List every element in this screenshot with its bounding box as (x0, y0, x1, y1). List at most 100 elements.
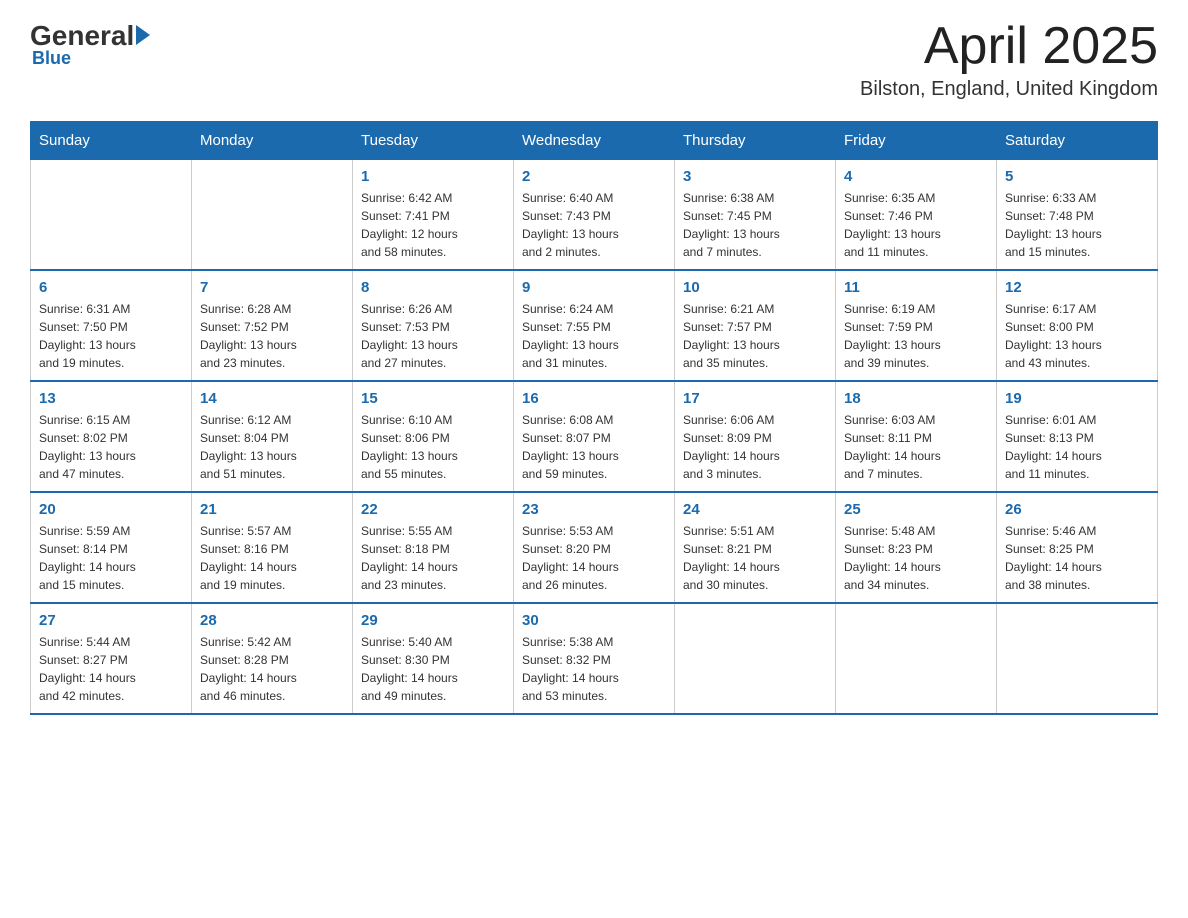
day-info: Sunrise: 6:12 AM Sunset: 8:04 PM Dayligh… (200, 411, 344, 483)
day-number: 6 (39, 279, 183, 296)
calendar-cell: 17 Sunrise: 6:06 AM Sunset: 8:09 PM Dayli… (675, 381, 836, 492)
week-row-1: 1 Sunrise: 6:42 AM Sunset: 7:41 PM Daylig… (31, 160, 1158, 271)
day-number: 12 (1005, 279, 1149, 296)
col-header-monday: Monday (192, 122, 353, 160)
day-number: 4 (844, 168, 988, 185)
calendar-cell: 22 Sunrise: 5:55 AM Sunset: 8:18 PM Dayli… (353, 492, 514, 603)
day-info: Sunrise: 5:42 AM Sunset: 8:28 PM Dayligh… (200, 633, 344, 705)
day-info: Sunrise: 6:35 AM Sunset: 7:46 PM Dayligh… (844, 189, 988, 261)
col-header-thursday: Thursday (675, 122, 836, 160)
day-number: 15 (361, 390, 505, 407)
week-row-2: 6 Sunrise: 6:31 AM Sunset: 7:50 PM Daylig… (31, 270, 1158, 381)
day-info: Sunrise: 6:21 AM Sunset: 7:57 PM Dayligh… (683, 300, 827, 372)
calendar-cell: 6 Sunrise: 6:31 AM Sunset: 7:50 PM Daylig… (31, 270, 192, 381)
day-number: 23 (522, 501, 666, 518)
calendar-cell: 23 Sunrise: 5:53 AM Sunset: 8:20 PM Dayli… (514, 492, 675, 603)
calendar-table: SundayMondayTuesdayWednesdayThursdayFrid… (30, 121, 1158, 715)
calendar-cell: 5Sunrise: 6:33 AM Sunset: 7:48 PM Daylig… (997, 160, 1158, 271)
month-title: April 2025 (860, 20, 1158, 72)
day-number: 24 (683, 501, 827, 518)
day-number: 17 (683, 390, 827, 407)
day-number: 1 (361, 168, 505, 185)
calendar-cell: 20Sunrise: 5:59 AM Sunset: 8:14 PM Dayli… (31, 492, 192, 603)
day-number: 19 (1005, 390, 1149, 407)
title-block: April 2025 Bilston, England, United King… (860, 20, 1158, 101)
day-info: Sunrise: 5:40 AM Sunset: 8:30 PM Dayligh… (361, 633, 505, 705)
day-number: 11 (844, 279, 988, 296)
calendar-cell (675, 603, 836, 714)
calendar-cell: 9 Sunrise: 6:24 AM Sunset: 7:55 PM Daylig… (514, 270, 675, 381)
day-number: 13 (39, 390, 183, 407)
day-number: 28 (200, 612, 344, 629)
page-header: General Blue April 2025 Bilston, England… (30, 20, 1158, 101)
calendar-cell: 18 Sunrise: 6:03 AM Sunset: 8:11 PM Dayli… (836, 381, 997, 492)
calendar-cell: 16 Sunrise: 6:08 AM Sunset: 8:07 PM Dayli… (514, 381, 675, 492)
day-number: 25 (844, 501, 988, 518)
day-info: Sunrise: 5:57 AM Sunset: 8:16 PM Dayligh… (200, 522, 344, 594)
day-number: 22 (361, 501, 505, 518)
calendar-cell: 29 Sunrise: 5:40 AM Sunset: 8:30 PM Dayli… (353, 603, 514, 714)
day-number: 5 (1005, 168, 1149, 185)
calendar-cell: 19 Sunrise: 6:01 AM Sunset: 8:13 PM Dayli… (997, 381, 1158, 492)
day-number: 16 (522, 390, 666, 407)
day-info: Sunrise: 5:53 AM Sunset: 8:20 PM Dayligh… (522, 522, 666, 594)
calendar-cell: 7Sunrise: 6:28 AM Sunset: 7:52 PM Daylig… (192, 270, 353, 381)
calendar-cell (31, 160, 192, 271)
calendar-cell: 14 Sunrise: 6:12 AM Sunset: 8:04 PM Dayli… (192, 381, 353, 492)
day-info: Sunrise: 6:42 AM Sunset: 7:41 PM Dayligh… (361, 189, 505, 261)
calendar-cell (192, 160, 353, 271)
day-info: Sunrise: 6:08 AM Sunset: 8:07 PM Dayligh… (522, 411, 666, 483)
day-number: 21 (200, 501, 344, 518)
day-info: Sunrise: 6:03 AM Sunset: 8:11 PM Dayligh… (844, 411, 988, 483)
calendar-cell: 15 Sunrise: 6:10 AM Sunset: 8:06 PM Dayli… (353, 381, 514, 492)
day-number: 9 (522, 279, 666, 296)
calendar-cell: 28 Sunrise: 5:42 AM Sunset: 8:28 PM Dayli… (192, 603, 353, 714)
logo-blue: Blue (32, 48, 71, 69)
calendar-cell: 26 Sunrise: 5:46 AM Sunset: 8:25 PM Dayli… (997, 492, 1158, 603)
day-info: Sunrise: 6:10 AM Sunset: 8:06 PM Dayligh… (361, 411, 505, 483)
day-number: 27 (39, 612, 183, 629)
day-number: 14 (200, 390, 344, 407)
calendar-cell: 24Sunrise: 5:51 AM Sunset: 8:21 PM Dayli… (675, 492, 836, 603)
location: Bilston, England, United Kingdom (860, 78, 1158, 101)
day-number: 29 (361, 612, 505, 629)
day-number: 8 (361, 279, 505, 296)
day-info: Sunrise: 6:19 AM Sunset: 7:59 PM Dayligh… (844, 300, 988, 372)
calendar-cell: 13 Sunrise: 6:15 AM Sunset: 8:02 PM Dayli… (31, 381, 192, 492)
col-header-saturday: Saturday (997, 122, 1158, 160)
calendar-cell: 12 Sunrise: 6:17 AM Sunset: 8:00 PM Dayli… (997, 270, 1158, 381)
day-info: Sunrise: 6:40 AM Sunset: 7:43 PM Dayligh… (522, 189, 666, 261)
day-number: 3 (683, 168, 827, 185)
calendar-cell: 8 Sunrise: 6:26 AM Sunset: 7:53 PM Daylig… (353, 270, 514, 381)
calendar-cell: 4 Sunrise: 6:35 AM Sunset: 7:46 PM Daylig… (836, 160, 997, 271)
day-info: Sunrise: 6:17 AM Sunset: 8:00 PM Dayligh… (1005, 300, 1149, 372)
day-info: Sunrise: 6:06 AM Sunset: 8:09 PM Dayligh… (683, 411, 827, 483)
day-info: Sunrise: 5:44 AM Sunset: 8:27 PM Dayligh… (39, 633, 183, 705)
day-number: 30 (522, 612, 666, 629)
day-number: 7 (200, 279, 344, 296)
day-info: Sunrise: 5:59 AM Sunset: 8:14 PM Dayligh… (39, 522, 183, 594)
calendar-cell: 25Sunrise: 5:48 AM Sunset: 8:23 PM Dayli… (836, 492, 997, 603)
day-info: Sunrise: 6:01 AM Sunset: 8:13 PM Dayligh… (1005, 411, 1149, 483)
day-number: 26 (1005, 501, 1149, 518)
day-info: Sunrise: 5:38 AM Sunset: 8:32 PM Dayligh… (522, 633, 666, 705)
day-info: Sunrise: 6:26 AM Sunset: 7:53 PM Dayligh… (361, 300, 505, 372)
day-number: 10 (683, 279, 827, 296)
day-info: Sunrise: 6:15 AM Sunset: 8:02 PM Dayligh… (39, 411, 183, 483)
day-info: Sunrise: 6:31 AM Sunset: 7:50 PM Dayligh… (39, 300, 183, 372)
week-row-4: 20Sunrise: 5:59 AM Sunset: 8:14 PM Dayli… (31, 492, 1158, 603)
day-info: Sunrise: 5:46 AM Sunset: 8:25 PM Dayligh… (1005, 522, 1149, 594)
day-info: Sunrise: 5:55 AM Sunset: 8:18 PM Dayligh… (361, 522, 505, 594)
day-info: Sunrise: 6:38 AM Sunset: 7:45 PM Dayligh… (683, 189, 827, 261)
col-header-tuesday: Tuesday (353, 122, 514, 160)
logo: General Blue (30, 20, 150, 69)
calendar-cell (997, 603, 1158, 714)
logo-arrow-icon (136, 25, 150, 45)
week-row-5: 27 Sunrise: 5:44 AM Sunset: 8:27 PM Dayli… (31, 603, 1158, 714)
col-header-wednesday: Wednesday (514, 122, 675, 160)
day-number: 18 (844, 390, 988, 407)
day-number: 2 (522, 168, 666, 185)
col-header-sunday: Sunday (31, 122, 192, 160)
day-info: Sunrise: 6:24 AM Sunset: 7:55 PM Dayligh… (522, 300, 666, 372)
calendar-cell (836, 603, 997, 714)
